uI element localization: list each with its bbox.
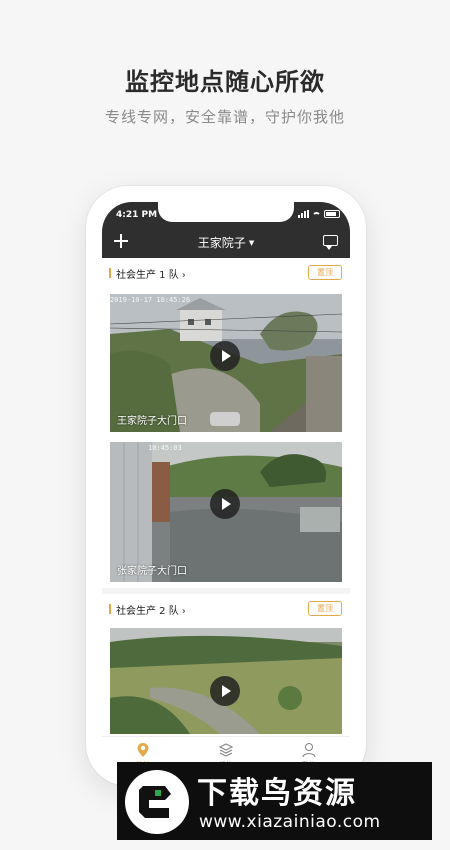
camera-tile-2[interactable]: 10:45:03 张家院子大门口 — [110, 442, 342, 582]
location-pin-icon — [137, 743, 149, 757]
play-button[interactable] — [210, 676, 240, 706]
bird-logo-glyph — [139, 786, 171, 818]
promo-subline: 专线专网，安全靠谱，守护你我他 — [104, 108, 345, 126]
signal-icon — [298, 210, 309, 218]
video-timestamp: 2019-10-17 10:45:26 — [110, 296, 191, 304]
user-icon — [302, 742, 316, 758]
camera-label: 王家院子大门口 — [117, 416, 187, 427]
layers-icon — [219, 743, 233, 757]
watermark-banner: 下载鸟资源 www.xiazainiao.com — [117, 762, 432, 840]
chat-icon[interactable] — [323, 235, 338, 250]
group-name: 社会生产 2 队 — [116, 606, 179, 617]
bird-logo-icon — [125, 770, 189, 834]
chevron-right-icon: › — [181, 270, 186, 281]
camera-tile-3[interactable] — [110, 628, 342, 734]
phone-notch — [158, 202, 294, 222]
app-header: 4:21 PM 王家院子 ▼ — [102, 202, 350, 258]
video-timestamp: 10:45:03 — [148, 444, 182, 452]
wifi-icon — [312, 211, 321, 221]
camera-group-1: 社会生产 1 队 › 置顶 2019-10-17 10:45:26 王家院子大门… — [102, 258, 350, 588]
group-header[interactable]: 社会生产 1 队 › 置顶 — [102, 258, 350, 288]
camera-tile-1[interactable]: 2019-10-17 10:45:26 王家院子大门口 — [110, 294, 342, 432]
group-accent-bar — [109, 604, 111, 614]
play-button[interactable] — [210, 341, 240, 371]
status-icons — [298, 209, 340, 219]
app-screen: 4:21 PM 王家院子 ▼ 社会生产 1 队 › 置顶 2019-10-17 … — [102, 202, 350, 770]
group-accent-bar — [109, 268, 111, 278]
status-time: 4:21 PM — [116, 210, 158, 220]
watermark-title: 下载鸟资源 — [197, 776, 357, 811]
header-title: 王家院子 — [197, 236, 246, 250]
pin-label: 置顶 — [317, 604, 333, 613]
group-header[interactable]: 社会生产 2 队 › 置顶 — [102, 594, 350, 624]
pin-to-top-button[interactable]: 置顶 — [308, 265, 342, 280]
promo-headline: 监控地点随心所欲 — [125, 68, 325, 96]
chevron-right-icon: › — [181, 606, 186, 617]
watermark-url: www.xiazainiao.com — [199, 812, 381, 832]
pin-to-top-button[interactable]: 置顶 — [308, 601, 342, 616]
camera-label: 张家院子大门口 — [117, 566, 187, 577]
location-selector[interactable]: 王家院子 ▼ — [102, 234, 350, 251]
battery-icon — [324, 210, 340, 218]
group-name: 社会生产 1 队 — [116, 270, 179, 281]
caret-down-icon: ▼ — [248, 239, 255, 247]
play-button[interactable] — [210, 489, 240, 519]
pin-label: 置顶 — [317, 268, 333, 277]
